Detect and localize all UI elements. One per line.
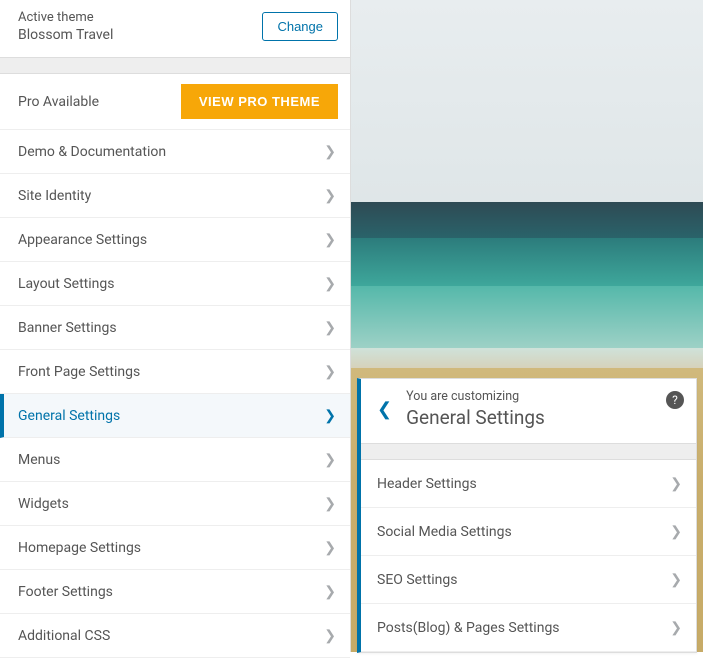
preview-sea xyxy=(351,238,703,286)
menu-label: Front Page Settings xyxy=(18,364,140,380)
active-theme-header: Active theme Blossom Travel Change xyxy=(0,0,350,58)
preview-sky xyxy=(351,0,703,202)
customizer-main-panel: Active theme Blossom Travel Change Pro A… xyxy=(0,0,351,652)
menu-item-widgets[interactable]: Widgets ❯ xyxy=(0,482,350,526)
chevron-right-icon: ❯ xyxy=(324,232,336,248)
sub-item-label: Social Media Settings xyxy=(377,524,512,540)
menu-item-layout-settings[interactable]: Layout Settings ❯ xyxy=(0,262,350,306)
preview-sea xyxy=(351,202,703,238)
menu-item-menus[interactable]: Menus ❯ xyxy=(0,438,350,482)
menu-item-homepage-settings[interactable]: Homepage Settings ❯ xyxy=(0,526,350,570)
pro-row: Pro Available VIEW PRO THEME xyxy=(0,74,350,130)
subpanel-general-settings: ❮ You are customizing General Settings ?… xyxy=(357,378,697,653)
chevron-right-icon: ❯ xyxy=(324,276,336,292)
help-icon[interactable]: ? xyxy=(666,391,684,409)
menu-item-footer-settings[interactable]: Footer Settings ❯ xyxy=(0,570,350,614)
view-pro-theme-button[interactable]: VIEW PRO THEME xyxy=(181,84,338,119)
chevron-right-icon: ❯ xyxy=(324,584,336,600)
theme-info: Active theme Blossom Travel xyxy=(18,10,113,43)
menu-label: Additional CSS xyxy=(18,628,110,644)
menu-item-appearance-settings[interactable]: Appearance Settings ❯ xyxy=(0,218,350,262)
active-theme-label: Active theme xyxy=(18,10,113,25)
sub-item-label: Header Settings xyxy=(377,476,477,492)
menu-label: Appearance Settings xyxy=(18,232,147,248)
preview-sea xyxy=(351,286,703,348)
breadcrumb: You are customizing xyxy=(406,389,545,404)
sub-item-label: Posts(Blog) & Pages Settings xyxy=(377,620,560,636)
menu-label: Homepage Settings xyxy=(18,540,141,556)
chevron-right-icon: ❯ xyxy=(670,476,682,492)
menu-item-banner-settings[interactable]: Banner Settings ❯ xyxy=(0,306,350,350)
menu-label: General Settings xyxy=(18,408,120,424)
pro-available-label: Pro Available xyxy=(18,94,99,110)
active-theme-name: Blossom Travel xyxy=(18,27,113,43)
chevron-right-icon: ❯ xyxy=(324,144,336,160)
subpanel-header: ❮ You are customizing General Settings ? xyxy=(361,379,696,444)
chevron-right-icon: ❯ xyxy=(670,572,682,588)
menu-label: Banner Settings xyxy=(18,320,117,336)
chevron-right-icon: ❯ xyxy=(324,364,336,380)
preview-foam xyxy=(351,348,703,368)
menu-item-site-identity[interactable]: Site Identity ❯ xyxy=(0,174,350,218)
menu-item-front-page-settings[interactable]: Front Page Settings ❯ xyxy=(0,350,350,394)
menu-item-general-settings[interactable]: General Settings ❯ xyxy=(0,394,350,438)
back-button[interactable]: ❮ xyxy=(365,393,406,426)
menu-label: Footer Settings xyxy=(18,584,113,600)
panel-spacer xyxy=(0,58,350,74)
chevron-left-icon: ❮ xyxy=(377,399,392,420)
chevron-right-icon: ❯ xyxy=(324,320,336,336)
menu-label: Layout Settings xyxy=(18,276,114,292)
menu-item-demo-documentation[interactable]: Demo & Documentation ❯ xyxy=(0,130,350,174)
chevron-right-icon: ❯ xyxy=(324,188,336,204)
menu-item-additional-css[interactable]: Additional CSS ❯ xyxy=(0,614,350,658)
sub-item-posts-pages-settings[interactable]: Posts(Blog) & Pages Settings ❯ xyxy=(361,604,696,652)
chevron-right-icon: ❯ xyxy=(324,408,336,424)
chevron-right-icon: ❯ xyxy=(324,540,336,556)
menu-label: Menus xyxy=(18,452,60,468)
chevron-right-icon: ❯ xyxy=(324,628,336,644)
sub-item-header-settings[interactable]: Header Settings ❯ xyxy=(361,460,696,508)
sub-item-seo-settings[interactable]: SEO Settings ❯ xyxy=(361,556,696,604)
subpanel-title: General Settings xyxy=(406,406,545,429)
subpanel-titles: You are customizing General Settings xyxy=(406,389,545,429)
menu-label: Demo & Documentation xyxy=(18,144,166,160)
menu-label: Widgets xyxy=(18,496,69,512)
chevron-right-icon: ❯ xyxy=(324,452,336,468)
menu-label: Site Identity xyxy=(18,188,91,204)
subpanel-spacer xyxy=(361,444,696,460)
chevron-right-icon: ❯ xyxy=(324,496,336,512)
chevron-right-icon: ❯ xyxy=(670,524,682,540)
sub-item-social-media-settings[interactable]: Social Media Settings ❯ xyxy=(361,508,696,556)
chevron-right-icon: ❯ xyxy=(670,620,682,636)
change-theme-button[interactable]: Change xyxy=(262,12,338,41)
sub-item-label: SEO Settings xyxy=(377,572,458,588)
